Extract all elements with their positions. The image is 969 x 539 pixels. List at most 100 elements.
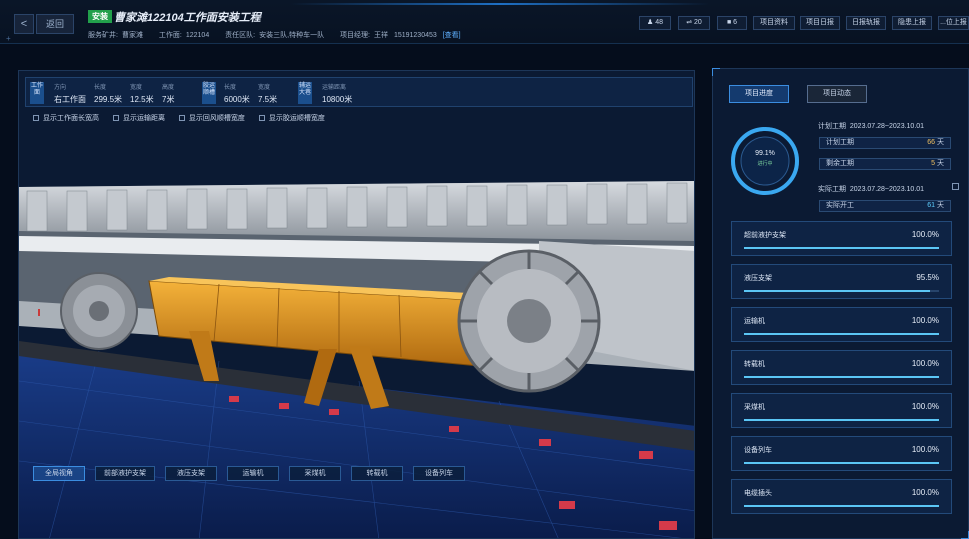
progress-fill (744, 376, 939, 378)
face-value: 122104 (185, 32, 210, 39)
progress-fill (744, 419, 939, 421)
corner-decor (961, 531, 969, 539)
external-link-icon[interactable] (952, 183, 959, 190)
check-transport-distance[interactable]: 显示运输距离 (112, 113, 165, 123)
equipment-percent: 100.0% (911, 488, 939, 497)
progress-track (744, 376, 939, 378)
params-bar: 工作面 方向 右工作面 长度 299.5米 宽度 12.5米 高度 7米 胶运顺… (25, 77, 693, 107)
equipment-name: 液压支架 (744, 275, 772, 282)
view-shearer-button[interactable]: 采煤机 (289, 466, 341, 481)
project-type-tag: 安装 (88, 10, 112, 23)
display-options: 显示工作面长宽高 显示运输距离 显示回风顺槽宽度 显示胶运顺槽宽度 (33, 113, 337, 123)
mine-value: 曹家滩 (121, 32, 143, 39)
back-button[interactable]: 返回 (36, 14, 74, 34)
view-reloader-button[interactable]: 转载机 (351, 466, 403, 481)
progress-percent: 99.1% (755, 150, 775, 157)
view-global-button[interactable]: 全局视角 (33, 466, 85, 481)
direction-value: 右工作面 (54, 95, 86, 104)
stat-people: ♟ 48 (639, 16, 671, 30)
progress-track (744, 247, 939, 249)
manager-label: 项目经理: (340, 32, 370, 39)
group-aux-badge: 辅运大巷 (298, 82, 312, 104)
project-daily-button[interactable]: 项目日报 (800, 16, 840, 30)
actual-period: 实际工期 2023.07.28~2023.10.01 (818, 186, 925, 193)
face-label: 工作面: (158, 32, 182, 39)
equipment-name: 超前液护支架 (744, 232, 786, 239)
equipment-name: 转载机 (744, 361, 765, 368)
header-decor-line (290, 3, 710, 5)
stat-docs: ■ 6 (717, 16, 747, 30)
daily-report-button[interactable]: 日报轨报 (846, 16, 886, 30)
corner-decor (712, 68, 720, 76)
team-label: 责任区队: (225, 32, 256, 39)
plan-period: 计划工期 2023.07.28~2023.10.01 (818, 123, 925, 130)
progress-fill (744, 505, 939, 507)
equipment-name: 采煤机 (744, 404, 765, 411)
length-label: 长度 (94, 85, 107, 91)
tab-project-news[interactable]: 项目动态 (807, 85, 867, 103)
equipment-progress-row[interactable]: 电缆插头 100.0% (731, 479, 952, 514)
view-equipment-train-button[interactable]: 设备列车 (413, 466, 465, 481)
height-label: 高度 (162, 85, 175, 91)
group-belt-badge: 胶运顺槽 (202, 82, 216, 104)
progress-fill (744, 247, 939, 249)
belt-width-label: 宽度 (258, 85, 271, 91)
tab-project-progress[interactable]: 项目进度 (729, 85, 789, 103)
hazard-report-button[interactable]: 隐患上报 (892, 16, 932, 30)
team-value: 安装三队,特种车一队 (259, 32, 325, 39)
equipment-percent: 100.0% (911, 230, 939, 239)
manager-value: 王祥 (373, 32, 388, 39)
checkbox-icon[interactable] (258, 115, 265, 121)
remaining-days-row: 剩余工期 5 天 (819, 158, 951, 170)
mining-equipment-3d-scene[interactable] (19, 181, 695, 539)
equipment-progress-row[interactable]: 超前液护支架 100.0% (731, 221, 952, 256)
height-value: 7米 (162, 95, 175, 104)
check-return-width[interactable]: 显示回风顺槽宽度 (178, 113, 245, 123)
decor-cross: + (6, 34, 11, 43)
header: < 返回 安装 曹家滩122104工作面安装工程 服务矿井: 曹家滩 工作面: 12… (0, 0, 969, 44)
project-docs-button[interactable]: 项目资料 (753, 16, 795, 30)
equipment-percent: 95.5% (916, 273, 939, 282)
progress-track (744, 505, 939, 507)
progress-fill (744, 462, 939, 464)
other-report-button[interactable]: ...位上报 (938, 16, 969, 30)
progress-status: 进行中 (757, 161, 773, 167)
belt-length-label: 长度 (224, 85, 237, 91)
checkbox-icon[interactable] (178, 115, 185, 121)
width-value: 12.5米 (130, 95, 154, 104)
back-arrow-icon[interactable]: < (14, 14, 34, 34)
equipment-progress-row[interactable]: 设备列车 100.0% (731, 436, 952, 471)
equipment-progress-row[interactable]: 采煤机 100.0% (731, 393, 952, 428)
equipment-progress-row[interactable]: 转载机 100.0% (731, 350, 952, 385)
check-belt-width[interactable]: 显示胶运顺槽宽度 (258, 113, 325, 123)
progress-track (744, 290, 939, 292)
planned-days-row: 计划工期 66 天 (819, 137, 951, 149)
length-value: 299.5米 (94, 95, 123, 104)
width-label: 宽度 (130, 85, 143, 91)
progress-ring: 99.1% 进行中 (729, 125, 801, 197)
equipment-name: 电缆插头 (744, 490, 772, 497)
view-conveyor-button[interactable]: 运输机 (227, 466, 279, 481)
direction-label: 方向 (54, 85, 67, 91)
view-hydraulic-support-button[interactable]: 液压支架 (165, 466, 217, 481)
checkbox-icon[interactable] (33, 115, 39, 121)
progress-track (744, 333, 939, 335)
distance-label: 运输距离 (322, 85, 347, 91)
progress-panel: 项目进度 项目动态 99.1% 进行中 计划工期 2023.07.28~2023… (712, 68, 969, 539)
equipment-name: 设备列车 (744, 447, 772, 454)
equipment-percent: 100.0% (911, 359, 939, 368)
group-face-badge: 工作面 (30, 82, 44, 104)
equipment-progress-row[interactable]: 液压支架 95.5% (731, 264, 952, 299)
progress-fill (744, 333, 939, 335)
equipment-progress-row[interactable]: 运输机 100.0% (731, 307, 952, 342)
checkbox-icon[interactable] (112, 115, 119, 121)
actual-start-row: 实际开工 61 天 (819, 200, 951, 212)
stat-vehicles: ⇌ 20 (678, 16, 710, 30)
equipment-name: 运输机 (744, 318, 765, 325)
view-front-support-button[interactable]: 前部液护支架 (95, 466, 155, 481)
progress-track (744, 462, 939, 464)
project-info-row: 服务矿井: 曹家滩 工作面: 122104 责任区队: 安装三队,特种车一队 项目经理… (88, 30, 465, 40)
vehicle-icon: ⇌ (686, 19, 694, 26)
check-face-dimensions[interactable]: 显示工作面长宽高 (33, 113, 99, 123)
view-link[interactable]: [查看] (443, 32, 461, 39)
